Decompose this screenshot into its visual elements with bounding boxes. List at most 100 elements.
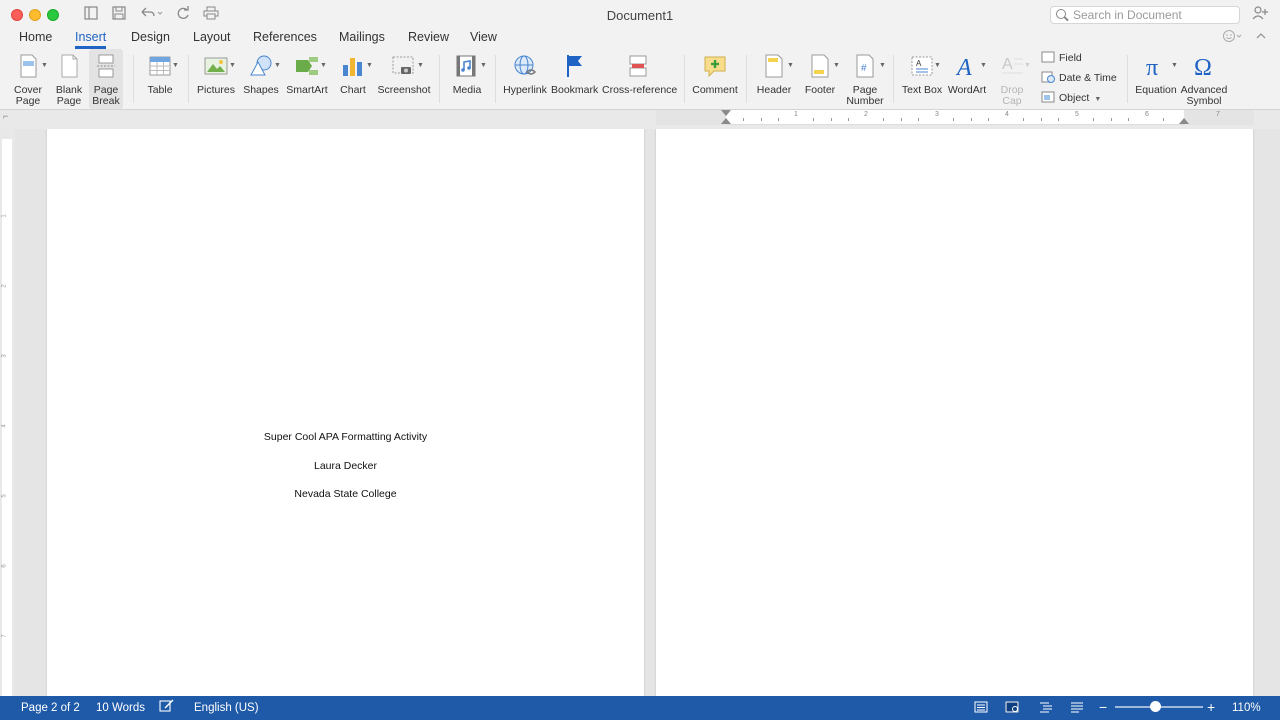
- zoom-out-icon[interactable]: −: [1099, 698, 1107, 716]
- tab-view[interactable]: View: [470, 29, 497, 49]
- table-dropdown-icon[interactable]: ▼: [172, 62, 179, 69]
- pictures-dropdown-icon[interactable]: ▼: [229, 62, 236, 69]
- page-break-button[interactable]: Page Break: [89, 49, 123, 109]
- media-dropdown-icon[interactable]: ▼: [480, 62, 487, 69]
- page-number-button[interactable]: # ▼ Page Number: [844, 49, 886, 109]
- document-page-2[interactable]: [656, 129, 1253, 696]
- page-break-icon: [97, 54, 115, 78]
- zoom-slider-thumb[interactable]: [1149, 701, 1161, 712]
- cross-reference-button[interactable]: Cross-reference: [602, 49, 677, 109]
- tab-stop-selector-icon[interactable]: ⌐: [3, 111, 8, 121]
- text-box-button[interactable]: A ▼ Text Box: [900, 49, 944, 109]
- zoom-level[interactable]: 110%: [1232, 699, 1261, 717]
- page-number-dropdown-icon[interactable]: ▼: [879, 62, 886, 69]
- zoom-in-icon[interactable]: +: [1207, 698, 1215, 716]
- collapse-ribbon-icon[interactable]: [1255, 29, 1267, 46]
- drop-cap-dropdown-icon[interactable]: ▼: [1024, 62, 1031, 69]
- ruler-bar: ⌐ 1 2 3 4 5 6 7: [0, 110, 1280, 129]
- footer-dropdown-icon[interactable]: ▼: [833, 62, 840, 69]
- ruler-tick: [778, 118, 779, 121]
- tab-references[interactable]: References: [253, 29, 317, 49]
- smartart-button[interactable]: ▼ SmartArt: [286, 49, 328, 109]
- word-count[interactable]: 10 Words: [96, 699, 145, 717]
- language-indicator[interactable]: English (US): [194, 699, 259, 717]
- equation-dropdown-icon[interactable]: ▼: [1171, 62, 1178, 69]
- undo-icon[interactable]: [139, 6, 163, 24]
- cover-page-button[interactable]: ▼ Cover Page: [8, 49, 48, 109]
- maximize-window-button[interactable]: [47, 9, 59, 21]
- institution-name[interactable]: Nevada State College: [47, 488, 644, 500]
- ruler-tick: [988, 118, 989, 121]
- equation-button[interactable]: π ▼ Equation: [1134, 49, 1178, 109]
- hyperlink-button[interactable]: Hyperlink: [503, 49, 547, 109]
- media-button[interactable]: ▼ Media: [448, 49, 487, 109]
- save-icon[interactable]: [112, 6, 126, 24]
- vertical-ruler-number: 5: [1, 494, 8, 498]
- draft-view-icon[interactable]: [1070, 701, 1084, 713]
- footer-button[interactable]: ▼ Footer: [800, 49, 840, 109]
- object-dropdown-icon[interactable]: ▼: [1094, 96, 1101, 103]
- print-icon[interactable]: [203, 6, 219, 24]
- left-indent-marker[interactable]: [721, 118, 731, 124]
- page-count[interactable]: Page 2 of 2: [21, 699, 80, 717]
- proofing-icon[interactable]: [159, 699, 175, 719]
- shapes-dropdown-icon[interactable]: ▼: [274, 62, 281, 69]
- comment-button[interactable]: Comment: [692, 49, 738, 109]
- wordart-dropdown-icon[interactable]: ▼: [980, 62, 987, 69]
- minimize-window-button[interactable]: [29, 9, 41, 21]
- header-button[interactable]: ▼ Header: [754, 49, 794, 109]
- ruler-tick: [1023, 118, 1024, 121]
- chart-dropdown-icon[interactable]: ▼: [366, 62, 373, 69]
- ribbon-separator: [439, 55, 440, 103]
- smartart-dropdown-icon[interactable]: ▼: [320, 62, 327, 69]
- tab-layout[interactable]: Layout: [193, 29, 231, 49]
- drop-cap-button[interactable]: A ▼ Drop Cap: [993, 49, 1031, 109]
- ruler-tick: [1111, 118, 1112, 121]
- ribbon-separator: [746, 55, 747, 103]
- print-layout-view-icon[interactable]: [974, 701, 988, 713]
- smiley-feedback-icon[interactable]: [1222, 29, 1244, 46]
- screenshot-dropdown-icon[interactable]: ▼: [417, 62, 424, 69]
- table-button[interactable]: ▼ Table: [140, 49, 180, 109]
- vertical-ruler[interactable]: 1 2 3 4 5 6 7: [0, 129, 15, 696]
- paper-title[interactable]: Super Cool APA Formatting Activity: [47, 431, 644, 443]
- svg-text:A: A: [916, 59, 922, 68]
- date-time-icon: [1041, 71, 1055, 83]
- date-time-button[interactable]: Date & Time: [1041, 69, 1117, 87]
- advanced-symbol-button[interactable]: Ω Advanced Symbol: [1180, 49, 1228, 109]
- blank-page-button[interactable]: Blank Page: [52, 49, 86, 109]
- first-line-indent-marker[interactable]: [721, 110, 731, 116]
- author-name[interactable]: Laura Decker: [47, 460, 644, 472]
- share-icon[interactable]: [1252, 6, 1268, 23]
- chart-button[interactable]: ▼ Chart: [334, 49, 373, 109]
- tab-insert[interactable]: Insert: [75, 29, 107, 49]
- right-indent-marker[interactable]: [1179, 118, 1189, 124]
- footer-label: Footer: [804, 84, 836, 96]
- search-input[interactable]: Search in Document: [1050, 6, 1240, 24]
- cover-page-dropdown-icon[interactable]: ▼: [41, 62, 48, 69]
- tab-review[interactable]: Review: [408, 29, 449, 49]
- field-button[interactable]: Field: [1041, 49, 1082, 67]
- shapes-button[interactable]: ▼ Shapes: [242, 49, 281, 109]
- tab-home[interactable]: Home: [19, 29, 52, 49]
- chart-label: Chart: [340, 84, 366, 96]
- wordart-button[interactable]: A ▼ WordArt: [946, 49, 988, 109]
- sidebar-toggle-icon[interactable]: [84, 6, 98, 24]
- redo-icon[interactable]: [176, 6, 190, 24]
- screenshot-button[interactable]: ▼ Screenshot: [377, 49, 431, 109]
- tab-design[interactable]: Design: [131, 29, 170, 49]
- bookmark-button[interactable]: Bookmark: [551, 49, 598, 109]
- horizontal-ruler[interactable]: 1 2 3 4 5 6 7: [656, 110, 1254, 125]
- object-button[interactable]: Object ▼: [1041, 89, 1101, 107]
- header-dropdown-icon[interactable]: ▼: [787, 62, 794, 69]
- web-layout-view-icon[interactable]: [1005, 701, 1019, 713]
- text-box-dropdown-icon[interactable]: ▼: [934, 62, 941, 69]
- comment-icon: [704, 56, 726, 78]
- vertical-ruler-body: [2, 139, 12, 696]
- cover-page-label: Cover Page: [13, 84, 42, 107]
- pictures-button[interactable]: ▼ Pictures: [196, 49, 236, 109]
- tab-mailings[interactable]: Mailings: [339, 29, 385, 49]
- close-window-button[interactable]: [11, 9, 23, 21]
- document-page-1[interactable]: Super Cool APA Formatting Activity Laura…: [47, 129, 644, 696]
- outline-view-icon[interactable]: [1039, 701, 1053, 713]
